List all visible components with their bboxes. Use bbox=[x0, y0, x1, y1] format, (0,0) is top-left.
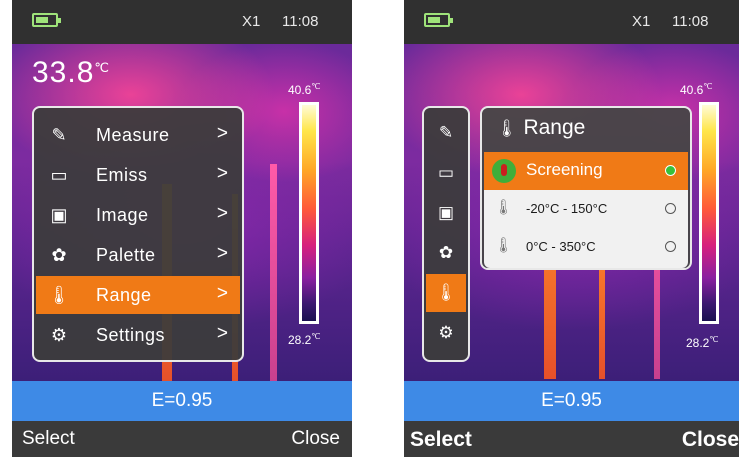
temperature-scale-bar bbox=[299, 102, 319, 324]
chevron-right-icon: > bbox=[216, 243, 228, 264]
range-option-low[interactable]: 🌡 -20°C - 150°C bbox=[484, 190, 688, 228]
palette-icon[interactable]: ✿ bbox=[426, 234, 466, 272]
menu-item-label: Emiss bbox=[96, 165, 148, 185]
thermometer-range-icon: 🌡 bbox=[47, 285, 71, 305]
gear-icon: ⚙ bbox=[50, 325, 68, 345]
menu-item-settings[interactable]: ⚙ Settings > bbox=[36, 316, 240, 354]
menu-item-label: Settings bbox=[96, 325, 166, 345]
thermometer-range-icon: 🌡 bbox=[494, 237, 514, 254]
battery-icon bbox=[424, 13, 453, 27]
softkey-bar: Select Close bbox=[404, 421, 739, 457]
close-softkey[interactable]: Close bbox=[682, 428, 739, 452]
scale-min-label: 28.2℃ bbox=[288, 332, 320, 347]
menu-item-palette[interactable]: ✿ Palette > bbox=[36, 236, 240, 274]
chevron-right-icon: > bbox=[216, 203, 228, 224]
radio-unselected-icon bbox=[665, 241, 676, 252]
softkey-bar: Select Close bbox=[12, 421, 352, 457]
emissivity-bar: E=0.95 bbox=[12, 381, 352, 421]
range-option-label: 0°C - 350°C bbox=[526, 239, 596, 254]
menu-item-label: Image bbox=[96, 205, 149, 225]
thermometer-range-icon: 🌡 bbox=[496, 119, 518, 138]
status-bar: X1 11:08 bbox=[404, 0, 739, 44]
gear-icon[interactable]: ⚙ bbox=[426, 314, 466, 352]
menu-item-measure[interactable]: ✎ Measure > bbox=[36, 116, 240, 154]
menu-item-label: Palette bbox=[96, 245, 156, 265]
scale-unit: ℃ bbox=[311, 82, 321, 91]
range-submenu: 🌡 Range Screening 🌡 -20°C - 150°C 🌡 0°C … bbox=[480, 106, 692, 270]
temperature-scale-bar bbox=[699, 102, 719, 324]
range-option-label: -20°C - 150°C bbox=[526, 201, 608, 216]
ruler-icon[interactable]: ▭ bbox=[426, 154, 466, 192]
battery-icon bbox=[32, 13, 61, 27]
scale-unit: ℃ bbox=[703, 82, 713, 91]
scale-max-value: 40.6 bbox=[680, 83, 704, 97]
select-softkey[interactable]: Select bbox=[22, 428, 75, 450]
close-softkey[interactable]: Close bbox=[291, 428, 340, 450]
clock: 11:08 bbox=[672, 13, 709, 30]
chevron-right-icon: > bbox=[216, 323, 228, 344]
menu-item-emiss[interactable]: ▭ Emiss > bbox=[36, 156, 240, 194]
image-icon[interactable]: ▣ bbox=[426, 194, 466, 232]
thermal-camera-screen-main-menu: X1 11:08 33.8℃ 40.6℃ 28.2℃ ✎ Measure > ▭… bbox=[12, 0, 352, 457]
spot-temperature-value: 33.8 bbox=[32, 56, 95, 89]
ruler-icon: ▭ bbox=[50, 165, 68, 185]
chevron-right-icon: > bbox=[216, 283, 228, 304]
scale-unit: ℃ bbox=[311, 332, 321, 341]
status-bar: X1 11:08 bbox=[12, 0, 352, 44]
scale-min-label: 28.2℃ bbox=[686, 335, 718, 350]
zoom-level: X1 bbox=[242, 13, 261, 30]
radio-unselected-icon bbox=[665, 203, 676, 214]
menu-item-label: Measure bbox=[96, 125, 170, 145]
image-icon: ▣ bbox=[50, 205, 68, 225]
scale-min-value: 28.2 bbox=[686, 336, 710, 350]
range-option-label: Screening bbox=[526, 160, 603, 179]
measure-icon: ✎ bbox=[51, 125, 67, 145]
scale-max-label: 40.6℃ bbox=[680, 82, 712, 97]
temperature-unit: ℃ bbox=[94, 60, 110, 75]
emissivity-bar: E=0.95 bbox=[404, 381, 739, 421]
radio-selected-icon bbox=[665, 165, 676, 176]
chevron-right-icon: > bbox=[216, 123, 228, 144]
range-title-label: Range bbox=[523, 116, 586, 139]
main-menu-icon-column: ✎ ▭ ▣ ✿ 🌡 ⚙ bbox=[422, 106, 470, 362]
clock: 11:08 bbox=[282, 13, 319, 30]
range-option-screening[interactable]: Screening bbox=[484, 152, 688, 190]
thermal-camera-screen-range-menu: X1 11:08 40.6℃ 28.2℃ ✎ ▭ ▣ ✿ 🌡 ⚙ 🌡 Range… bbox=[404, 0, 739, 457]
screening-icon bbox=[492, 159, 516, 183]
zoom-level: X1 bbox=[632, 13, 651, 30]
menu-item-range[interactable]: 🌡 Range > bbox=[36, 276, 240, 314]
scale-unit: ℃ bbox=[709, 335, 719, 344]
scale-min-value: 28.2 bbox=[288, 333, 312, 347]
thermal-hotspot bbox=[270, 164, 277, 384]
scale-max-label: 40.6℃ bbox=[288, 82, 320, 97]
range-option-high[interactable]: 🌡 0°C - 350°C bbox=[484, 228, 688, 266]
range-title: 🌡 Range bbox=[496, 116, 585, 140]
menu-item-label: Range bbox=[96, 285, 152, 305]
thermometer-range-icon[interactable]: 🌡 bbox=[426, 274, 466, 312]
scale-max-value: 40.6 bbox=[288, 83, 312, 97]
thermometer-range-icon: 🌡 bbox=[494, 199, 514, 216]
main-menu: ✎ Measure > ▭ Emiss > ▣ Image > ✿ Palett… bbox=[32, 106, 244, 362]
select-softkey[interactable]: Select bbox=[410, 428, 472, 452]
spot-temperature: 33.8℃ bbox=[32, 56, 110, 90]
measure-icon[interactable]: ✎ bbox=[426, 114, 466, 152]
palette-icon: ✿ bbox=[51, 245, 67, 265]
menu-item-image[interactable]: ▣ Image > bbox=[36, 196, 240, 234]
range-options-list: Screening 🌡 -20°C - 150°C 🌡 0°C - 350°C bbox=[484, 152, 688, 268]
chevron-right-icon: > bbox=[216, 163, 228, 184]
